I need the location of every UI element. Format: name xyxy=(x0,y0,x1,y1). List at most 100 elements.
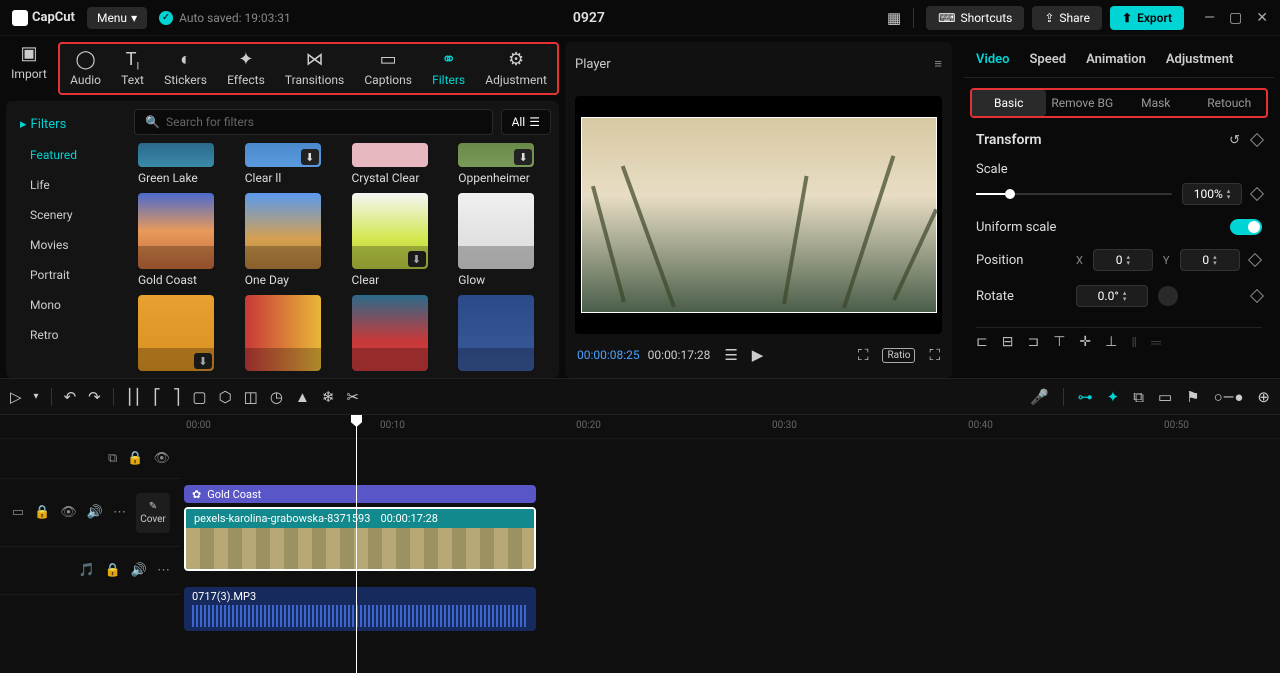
tab-speed[interactable]: Speed xyxy=(1030,52,1067,67)
align-center-h-icon[interactable]: ⊟ xyxy=(1002,334,1014,351)
volume-icon[interactable]: 🔊 xyxy=(87,505,103,520)
menu-button[interactable]: Menu▾ xyxy=(87,7,147,29)
cat-featured[interactable]: Featured xyxy=(6,140,126,170)
minimize-button[interactable]: — xyxy=(1204,10,1215,26)
preview-icon[interactable]: ▭ xyxy=(1158,388,1172,406)
tab-captions[interactable]: ▭Captions xyxy=(360,48,416,89)
marker-icon[interactable]: ⚑ xyxy=(1186,388,1199,406)
align-top-icon[interactable]: ⊤ xyxy=(1053,334,1065,351)
filter-row3-1[interactable]: ⬇ xyxy=(138,295,227,371)
tab-adjustment[interactable]: Adjustment xyxy=(1166,52,1234,67)
undo-button[interactable]: ↶ xyxy=(64,388,77,406)
zoom-slider-handle[interactable]: ○—● xyxy=(1214,388,1244,406)
trim-right-icon[interactable]: ⎤ xyxy=(173,388,181,406)
filter-one-day[interactable]: One Day xyxy=(245,193,334,287)
playhead[interactable] xyxy=(356,415,357,673)
eye-icon[interactable]: 👁 xyxy=(60,505,77,520)
shield-icon[interactable]: ⬡ xyxy=(219,388,232,406)
subtab-remove-bg[interactable]: Remove BG xyxy=(1046,90,1120,116)
video-icon[interactable]: ▭ xyxy=(12,505,24,520)
tab-filters[interactable]: ⚭Filters xyxy=(428,48,469,89)
keyframe-icon[interactable] xyxy=(1250,289,1264,303)
cat-movies[interactable]: Movies xyxy=(6,230,126,260)
cat-portrait[interactable]: Portrait xyxy=(6,260,126,290)
lock-icon[interactable]: 🔒 xyxy=(127,451,143,466)
redo-button[interactable]: ↷ xyxy=(88,388,101,406)
rotate-input[interactable]: 0.0°▴▾ xyxy=(1076,285,1148,307)
link-icon[interactable]: ✦ xyxy=(1107,388,1120,406)
video-clip[interactable]: pexels-karolina-grabowska-8371593 00:00:… xyxy=(184,507,536,571)
align-right-icon[interactable]: ⊐ xyxy=(1027,334,1039,351)
audio-clip[interactable]: 0717(3).MP3 xyxy=(184,587,536,631)
lock-icon[interactable]: 🔒 xyxy=(105,563,121,578)
align-left-icon[interactable]: ⊏ xyxy=(976,334,988,351)
timeline-ruler[interactable]: 00:00 00:10 00:20 00:30 00:40 00:50 xyxy=(180,415,1280,439)
filter-clip[interactable]: ✿ Gold Coast xyxy=(184,485,536,503)
layout-icon[interactable]: ▦ xyxy=(887,9,901,27)
audio-icon[interactable]: 🎵 xyxy=(78,563,94,578)
cat-scenery[interactable]: Scenery xyxy=(6,200,126,230)
zoom-fit-icon[interactable]: ⊕ xyxy=(1257,388,1270,406)
shortcuts-button[interactable]: ⌨Shortcuts xyxy=(926,6,1024,30)
chevron-down-icon[interactable]: ▾ xyxy=(34,391,39,402)
rotate-dial[interactable] xyxy=(1158,286,1178,306)
cat-mono[interactable]: Mono xyxy=(6,290,126,320)
position-y-input[interactable]: 0▴▾ xyxy=(1180,249,1240,271)
import-tab[interactable]: ▣ Import xyxy=(6,42,52,95)
tab-transitions[interactable]: ⋈Transitions xyxy=(281,48,348,89)
video-canvas[interactable] xyxy=(581,117,937,313)
keyframe-icon[interactable] xyxy=(1250,133,1264,147)
tab-animation[interactable]: Animation xyxy=(1086,52,1146,67)
trim-left-icon[interactable]: ⎡ xyxy=(153,388,161,406)
cat-retro[interactable]: Retro xyxy=(6,320,126,350)
tab-audio[interactable]: ◯Audio xyxy=(66,48,105,89)
stepper-icon[interactable]: ▴▾ xyxy=(1227,188,1231,200)
split-tool[interactable]: ⎮⎮ xyxy=(126,388,142,406)
link-icon[interactable]: ⧉ xyxy=(108,451,117,466)
tab-text[interactable]: TIText xyxy=(117,48,148,89)
cat-life[interactable]: Life xyxy=(6,170,126,200)
tab-effects[interactable]: ✦Effects xyxy=(223,48,269,89)
scale-value[interactable]: 100%▴▾ xyxy=(1182,183,1242,205)
filter-row3-2[interactable] xyxy=(245,295,334,371)
tab-stickers[interactable]: ◐Stickers xyxy=(160,48,211,89)
timeline-tracks[interactable]: 00:00 00:10 00:20 00:30 00:40 00:50 ✿ Go… xyxy=(180,415,1280,673)
subtab-retouch[interactable]: Retouch xyxy=(1193,90,1267,116)
selection-tool[interactable]: ▷ xyxy=(10,388,22,406)
cat-filters[interactable]: ▸ Filters xyxy=(6,109,126,140)
more-icon[interactable]: ⋯ xyxy=(113,505,126,520)
eye-icon[interactable]: 👁 xyxy=(153,451,170,466)
speed-icon[interactable]: ◷ xyxy=(270,388,283,406)
chain-icon[interactable]: ⧉ xyxy=(1133,388,1144,406)
hamburger-icon[interactable]: ≡ xyxy=(934,56,942,72)
fullscreen-icon[interactable]: ⛶ xyxy=(929,346,940,364)
keyframe-icon[interactable] xyxy=(1250,187,1264,201)
filter-crystal-clear[interactable]: Crystal Clear xyxy=(352,143,441,185)
export-button[interactable]: ⬆Export xyxy=(1110,6,1184,30)
volume-icon[interactable]: 🔊 xyxy=(131,563,147,578)
more-icon[interactable]: ⋯ xyxy=(157,563,170,578)
reset-icon[interactable]: ↺ xyxy=(1229,133,1240,148)
search-input[interactable]: 🔍Search for filters xyxy=(134,109,493,135)
tab-video[interactable]: Video xyxy=(976,52,1010,67)
share-button[interactable]: ⇪Share xyxy=(1032,6,1102,30)
filter-row3-3[interactable] xyxy=(352,295,441,371)
filter-clear-ll[interactable]: ⬇Clear ll xyxy=(245,143,334,185)
freeze-icon[interactable]: ❄ xyxy=(322,388,335,406)
filter-oppenheimer[interactable]: ⬇Oppenheimer xyxy=(458,143,547,185)
filter-row3-4[interactable] xyxy=(458,295,547,371)
project-title[interactable]: 0927 xyxy=(303,10,875,26)
mic-icon[interactable]: 🎤 xyxy=(1030,388,1049,406)
subtab-mask[interactable]: Mask xyxy=(1119,90,1193,116)
position-x-input[interactable]: 0▴▾ xyxy=(1093,249,1153,271)
filter-green-lake[interactable]: Green Lake xyxy=(138,143,227,185)
reverse-icon[interactable]: ▲ xyxy=(295,388,310,406)
subtab-basic[interactable]: Basic xyxy=(972,90,1046,116)
cover-button[interactable]: ✎Cover xyxy=(136,493,170,533)
crop-icon[interactable]: ▢ xyxy=(192,388,206,406)
filter-all-button[interactable]: All☰ xyxy=(501,109,551,135)
tab-adjustment[interactable]: ⚙Adjustment xyxy=(481,48,551,89)
close-button[interactable]: ✕ xyxy=(1256,10,1268,26)
lock-icon[interactable]: 🔒 xyxy=(34,505,50,520)
filter-gold-coast[interactable]: Gold Coast xyxy=(138,193,227,287)
